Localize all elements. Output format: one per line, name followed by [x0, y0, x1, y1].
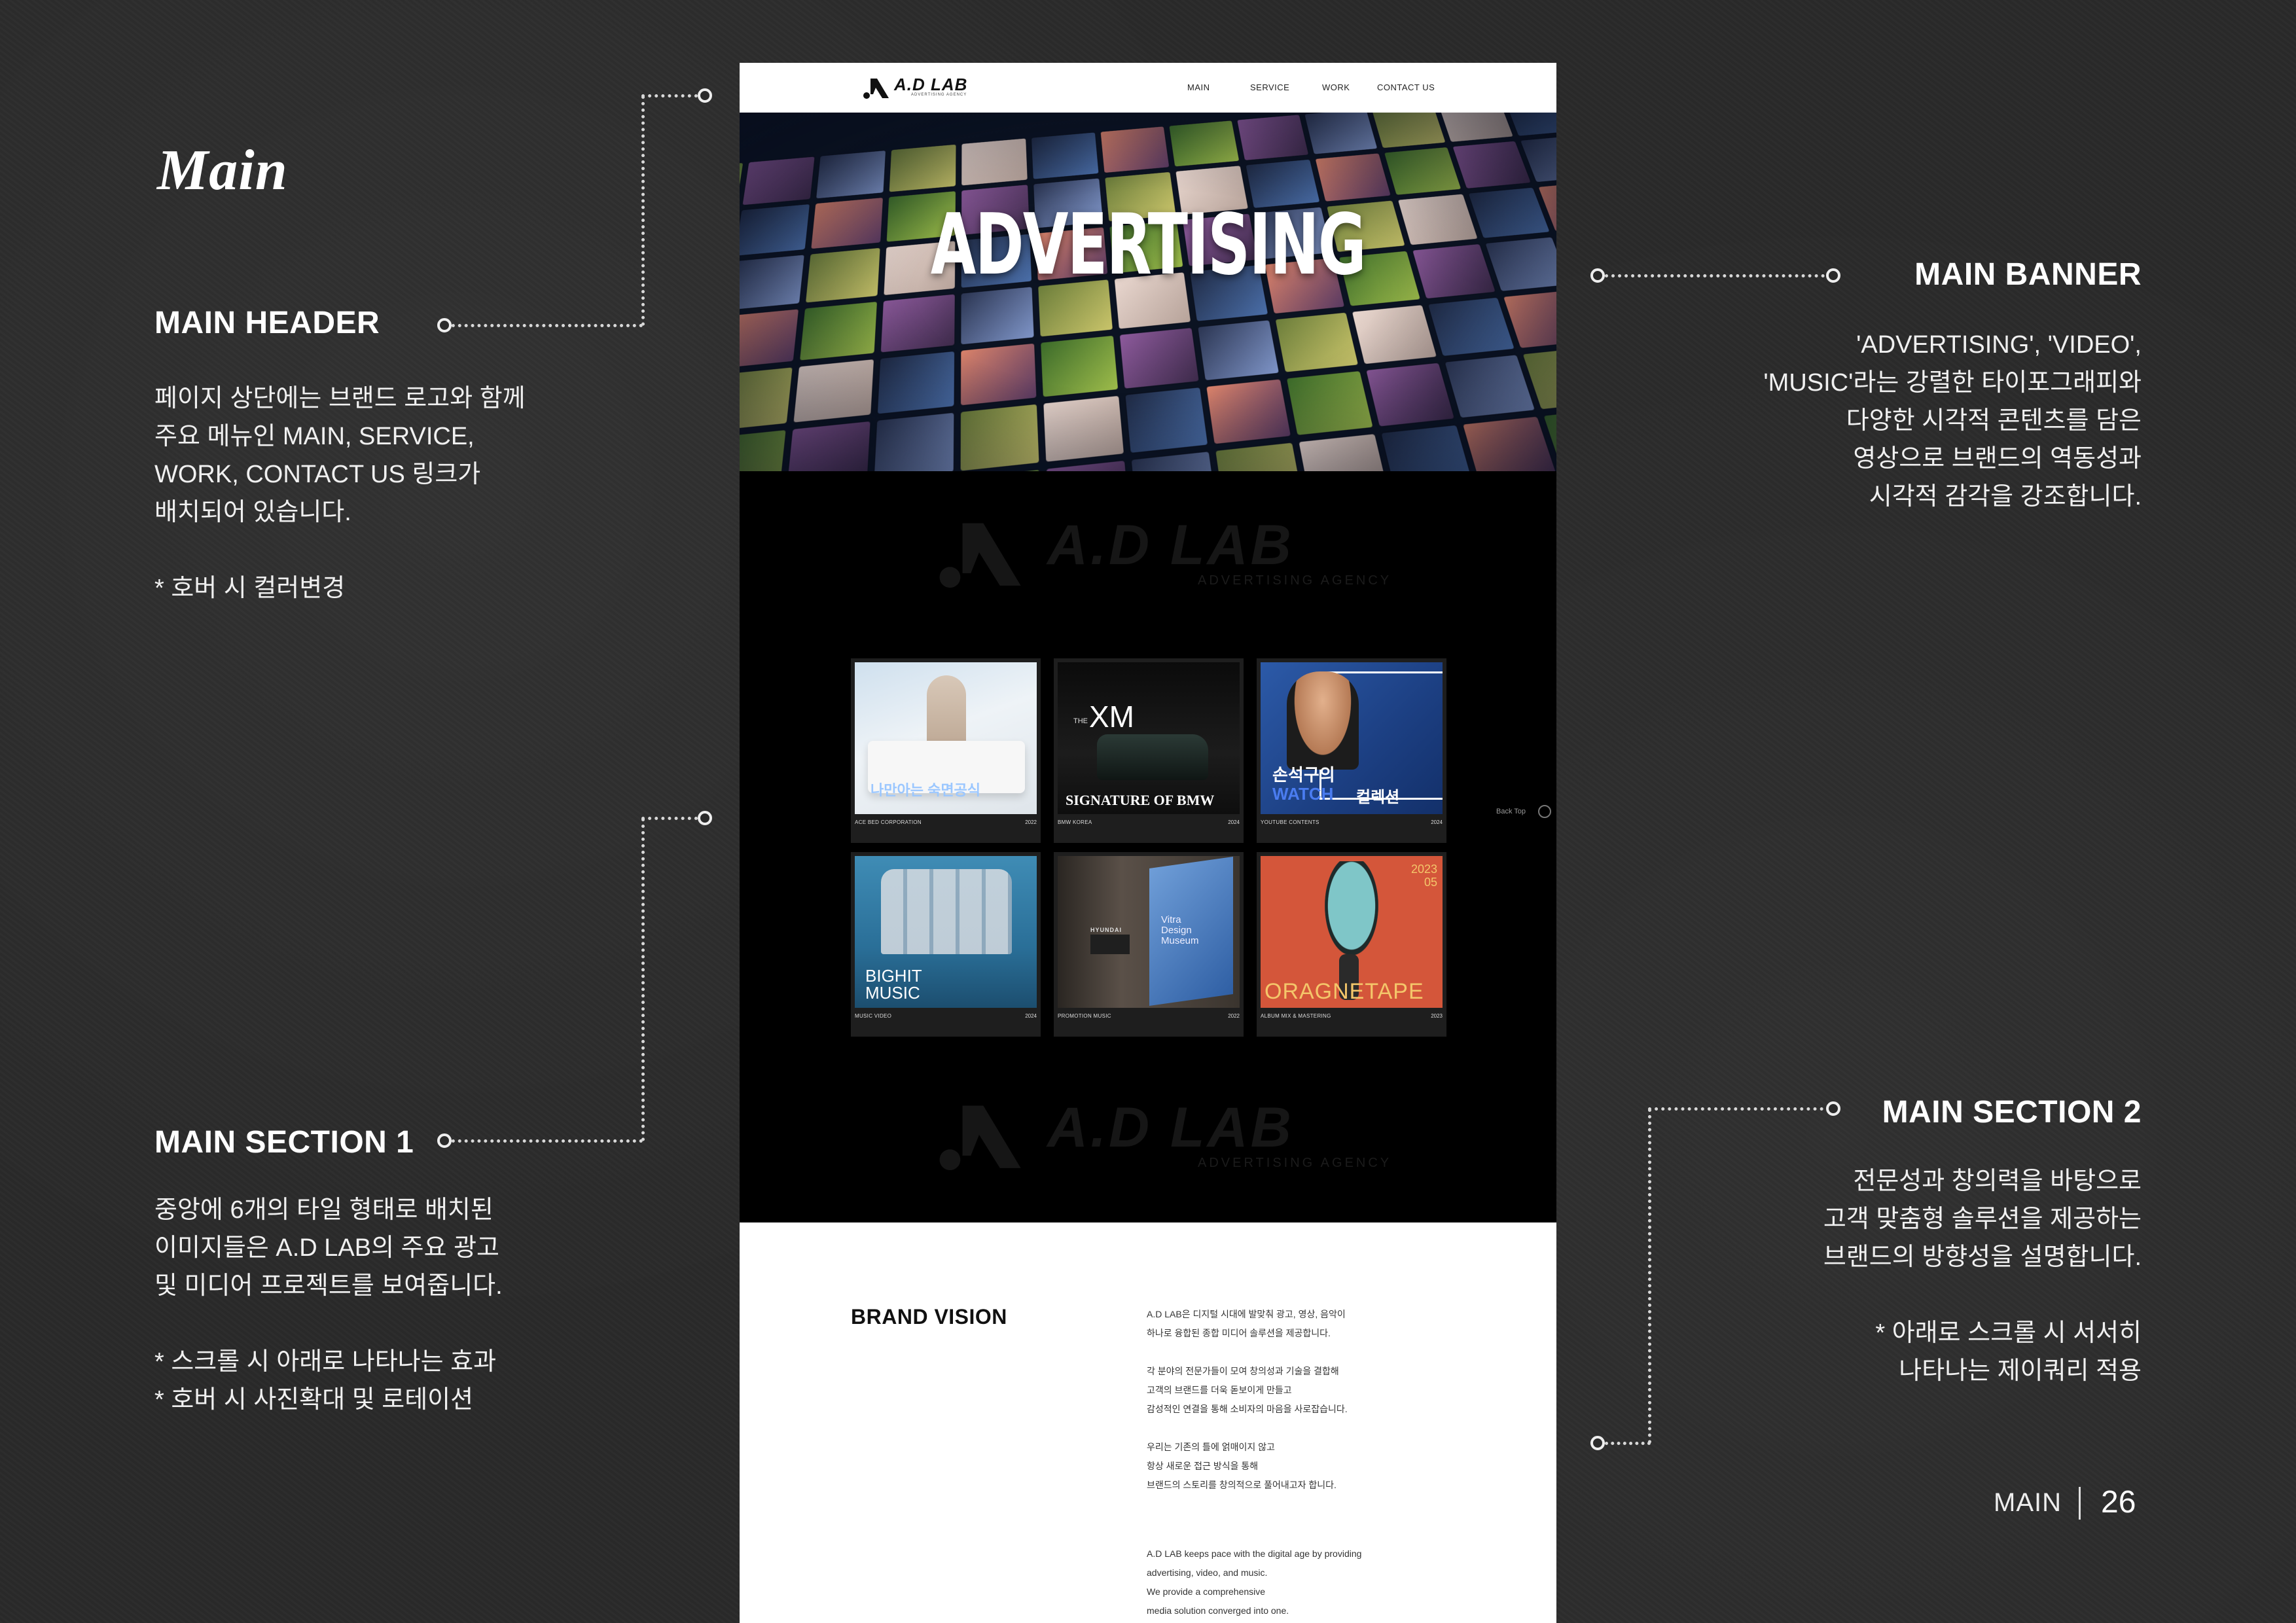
watermark-logo: A.D LAB ADVERTISING AGENCY: [740, 1090, 1556, 1182]
watermark-text: A.D LAB: [1047, 1096, 1294, 1159]
card-overlay-text: Vitra Design Museum: [1161, 914, 1199, 946]
connector-dot: [1826, 268, 1840, 283]
project-card[interactable]: 나만아는 숙면공식 ACE BED CORPORATION 2022: [851, 658, 1041, 843]
brand-vision-section: BRAND VISION A.D LAB은 디지털 시대에 발맞춰 광고, 영상…: [740, 1222, 1556, 1623]
connector-dot: [698, 811, 712, 825]
card-caption: MUSIC VIDEO: [855, 1013, 892, 1019]
connector-dot: [437, 1133, 452, 1148]
project-image[interactable]: 나만아는 숙면공식: [855, 662, 1037, 814]
connector-line: [641, 817, 698, 820]
main-banner: ADVERTISING: [740, 113, 1556, 471]
connector-dot: [437, 318, 452, 332]
logo-text[interactable]: A.D LAB: [894, 75, 967, 95]
card-overlay-text: SIGNATURE OF BMW: [1066, 792, 1215, 808]
card-overlay-text: 나만아는 숙면공식: [870, 782, 981, 798]
card-year: 2022: [1228, 1013, 1240, 1019]
card-caption: ALBUM MIX & MASTERING: [1261, 1013, 1331, 1019]
connector-line: [1648, 1109, 1651, 1444]
card-overlay-text: ORAGNETAPE: [1265, 979, 1424, 1004]
card-overlay-line2: 컬렉션: [1356, 789, 1400, 806]
back-top-label[interactable]: Back Top: [1496, 808, 1526, 815]
watermark-text: A.D LAB: [1047, 514, 1294, 577]
project-card[interactable]: BIGHIT MUSIC MUSIC VIDEO 2024: [851, 852, 1041, 1037]
website-mockup: A.D LAB ADVERTISING AGENCY MAIN SERVICE …: [740, 63, 1556, 1623]
connector-dot: [1590, 1436, 1605, 1450]
card-overlay-brand: HYUNDAI: [1090, 927, 1122, 933]
main-banner-description: 'ADVERTISING', 'VIDEO', 'MUSIC'라는 강렬한 타이…: [1763, 331, 2142, 510]
card-overlay-date: 2023 05: [1411, 863, 1438, 889]
brand-vision-title: BRAND VISION: [851, 1305, 1007, 1329]
connector-dot: [1590, 268, 1605, 283]
logo-icon: [863, 79, 889, 99]
project-image[interactable]: 손석구의 WATCH 컬렉션: [1261, 662, 1443, 814]
banner-headline: ADVERTISING: [930, 196, 1367, 294]
card-overlay-text: BIGHIT MUSIC: [865, 966, 922, 1003]
main-header-description: 페이지 상단에는 브랜드 로고와 함께 주요 메뉴인 MAIN, SERVICE…: [154, 385, 526, 602]
logo-subtitle: ADVERTISING AGENCY: [911, 93, 967, 97]
nav-main[interactable]: MAIN: [1187, 82, 1210, 92]
main-section-1-description: 중앙에 6개의 타일 형태로 배치된 이미지들은 A.D LAB의 주요 광고 …: [154, 1196, 503, 1414]
connector-line: [445, 1139, 643, 1143]
project-image[interactable]: BIGHIT MUSIC: [855, 856, 1037, 1008]
nav-work[interactable]: WORK: [1322, 82, 1350, 92]
back-top-icon[interactable]: [1538, 805, 1551, 818]
project-image[interactable]: HYUNDAI Vitra Design Museum: [1058, 856, 1240, 1008]
project-card[interactable]: THE XM SIGNATURE OF BMW BMW KOREA 2024: [1054, 658, 1244, 843]
connector-line: [1605, 1442, 1651, 1445]
nav-contact-us[interactable]: CONTACT US: [1377, 82, 1435, 92]
watermark-subtitle: ADVERTISING AGENCY: [1198, 1156, 1392, 1170]
site-header: A.D LAB ADVERTISING AGENCY MAIN SERVICE …: [740, 63, 1556, 113]
connector-line: [1648, 1107, 1830, 1111]
project-image[interactable]: 2023 05 ORAGNETAPE: [1261, 856, 1443, 1008]
card-year: 2024: [1025, 1013, 1037, 1019]
card-caption: PROMOTION MUSIC: [1058, 1013, 1111, 1019]
card-overlay-title: XM: [1089, 700, 1134, 734]
brand-vision-body: A.D LAB은 디지털 시대에 발맞춰 광고, 영상, 음악이 하나로 융합된…: [1147, 1309, 1348, 1490]
main-section-1-heading: MAIN SECTION 1: [154, 1125, 414, 1160]
card-year: 2023: [1431, 1013, 1443, 1019]
main-banner-heading: MAIN BANNER: [1914, 257, 2142, 292]
card-overlay-line1: 손석구의: [1272, 765, 1335, 785]
watermark-logo-icon: [939, 523, 1021, 588]
connector-line: [641, 818, 645, 1141]
card-year: 2024: [1228, 819, 1240, 825]
brand-vision-english: A.D LAB keeps pace with the digital age …: [1147, 1548, 1362, 1616]
watermark-logo-icon: [939, 1105, 1021, 1171]
connector-line: [445, 324, 643, 327]
card-overlay-watch: WATCH: [1272, 784, 1334, 804]
card-year: 2022: [1025, 819, 1037, 825]
frame-picture: [1090, 935, 1130, 954]
person-figure: [1287, 671, 1359, 770]
connector-line: [1605, 274, 1831, 277]
connector-dot: [698, 88, 712, 103]
card-caption: ACE BED CORPORATION: [855, 819, 922, 825]
car-shape: [1097, 734, 1208, 780]
slide-title: Main: [157, 139, 288, 202]
watermark-logo: A.D LAB ADVERTISING AGENCY: [740, 508, 1556, 599]
main-header-heading: MAIN HEADER: [154, 306, 380, 340]
footer-divider: [2079, 1487, 2081, 1520]
connector-line: [641, 96, 645, 326]
card-caption: BMW KOREA: [1058, 819, 1092, 825]
card-overlay-the: THE: [1073, 717, 1088, 725]
watermark-subtitle: ADVERTISING AGENCY: [1198, 573, 1392, 588]
footer-label: MAIN: [1994, 1488, 2062, 1517]
card-year: 2024: [1431, 819, 1443, 825]
page-number: 26: [2101, 1485, 2136, 1520]
main-section-2-heading: MAIN SECTION 2: [1882, 1095, 2142, 1130]
nav-service[interactable]: SERVICE: [1250, 82, 1289, 92]
project-card[interactable]: 2023 05 ORAGNETAPE ALBUM MIX & MASTERING…: [1257, 852, 1446, 1037]
main-section-2-description: 전문성과 창의력을 바탕으로 고객 맞춤형 솔루션을 제공하는 브랜드의 방향성…: [1823, 1168, 2142, 1385]
project-image[interactable]: THE XM SIGNATURE OF BMW: [1058, 662, 1240, 814]
connector-dot: [1826, 1101, 1840, 1116]
project-card[interactable]: HYUNDAI Vitra Design Museum PROMOTION MU…: [1054, 852, 1244, 1037]
card-caption: YOUTUBE CONTENTS: [1261, 819, 1319, 825]
project-card[interactable]: 손석구의 WATCH 컬렉션 YOUTUBE CONTENTS 2024: [1257, 658, 1446, 843]
connector-line: [641, 94, 698, 98]
group-figures: [881, 869, 1012, 954]
